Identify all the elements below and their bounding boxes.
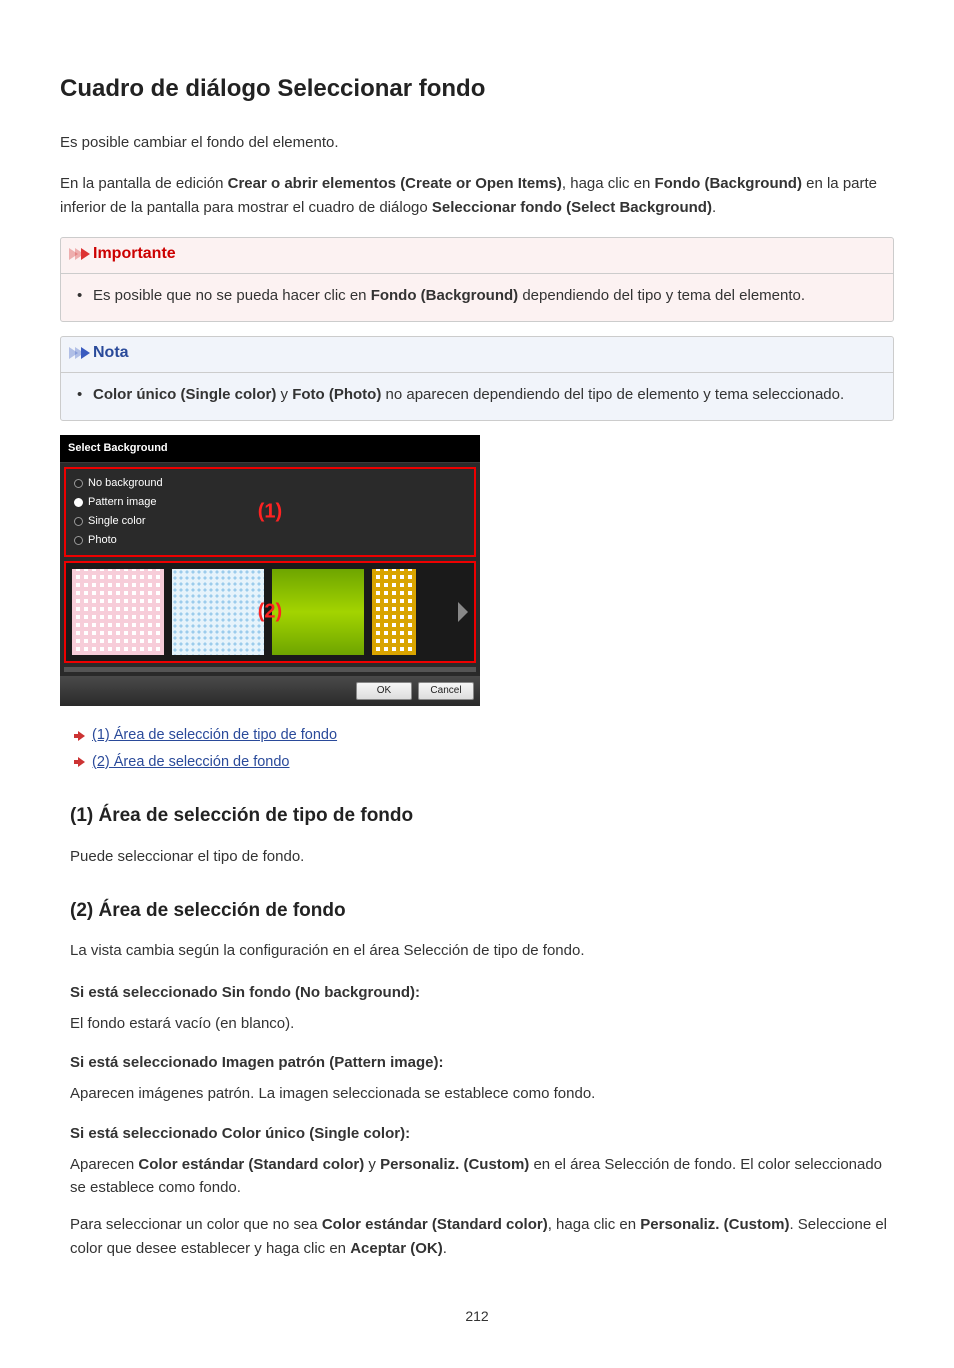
case-single-color-body-1: Aparecen Color estándar (Standard color)…: [60, 1153, 894, 1200]
arrow-right-icon: [74, 758, 84, 766]
page-number: 212: [60, 1306, 894, 1328]
annotation-1: (1): [258, 497, 282, 528]
horizontal-scrollbar[interactable]: [64, 667, 476, 672]
pattern-thumbnail[interactable]: [172, 569, 264, 655]
arrow-right-icon: [74, 732, 84, 740]
intro-paragraph: Es posible cambiar el fondo del elemento…: [60, 131, 894, 154]
chevron-icon: [69, 248, 87, 260]
instructions-paragraph: En la pantalla de edición Crear o abrir …: [60, 172, 894, 219]
radio-no-background[interactable]: No background: [74, 475, 466, 492]
case-no-background-title: Si está seleccionado Sin fondo (No backg…: [60, 981, 894, 1004]
scroll-right-icon[interactable]: [458, 602, 468, 622]
page-title: Cuadro de diálogo Seleccionar fondo: [60, 70, 894, 107]
pattern-thumbnail[interactable]: [272, 569, 364, 655]
dialog-section-1: No background Pattern image Single color…: [64, 467, 476, 557]
important-item: Es posible que no se pueda hacer clic en…: [75, 284, 879, 307]
important-callout: Importante Es posible que no se pueda ha…: [60, 237, 894, 322]
dialog-title: Select Background: [60, 435, 480, 463]
dialog-section-2: (2): [64, 561, 476, 663]
pattern-thumbnail[interactable]: [372, 569, 416, 655]
radio-photo[interactable]: Photo: [74, 532, 466, 549]
note-title: Nota: [93, 341, 129, 366]
section-2-body: La vista cambia según la configuración e…: [60, 939, 894, 962]
section-2-heading: (2) Área de selección de fondo: [60, 896, 894, 925]
case-no-background-body: El fondo estará vacío (en blanco).: [60, 1012, 894, 1035]
select-background-dialog: Select Background No background Pattern …: [60, 435, 480, 706]
case-pattern-image-body: Aparecen imágenes patrón. La imagen sele…: [60, 1082, 894, 1105]
ok-button[interactable]: OK: [356, 682, 412, 700]
section-1-body: Puede seleccionar el tipo de fondo.: [60, 845, 894, 868]
link-section-1[interactable]: (1) Área de selección de tipo de fondo: [92, 724, 337, 746]
note-item: Color único (Single color) y Foto (Photo…: [75, 383, 879, 406]
case-pattern-image-title: Si está seleccionado Imagen patrón (Patt…: [60, 1051, 894, 1074]
annotation-2: (2): [258, 597, 282, 628]
important-title: Importante: [93, 242, 176, 267]
chevron-icon: [69, 347, 87, 359]
note-callout: Nota Color único (Single color) y Foto (…: [60, 336, 894, 421]
link-section-2[interactable]: (2) Área de selección de fondo: [92, 751, 290, 773]
pattern-thumbnail[interactable]: [72, 569, 164, 655]
case-single-color-body-2: Para seleccionar un color que no sea Col…: [60, 1213, 894, 1260]
cancel-button[interactable]: Cancel: [418, 682, 474, 700]
case-single-color-title: Si está seleccionado Color único (Single…: [60, 1122, 894, 1145]
section-1-heading: (1) Área de selección de tipo de fondo: [60, 801, 894, 830]
